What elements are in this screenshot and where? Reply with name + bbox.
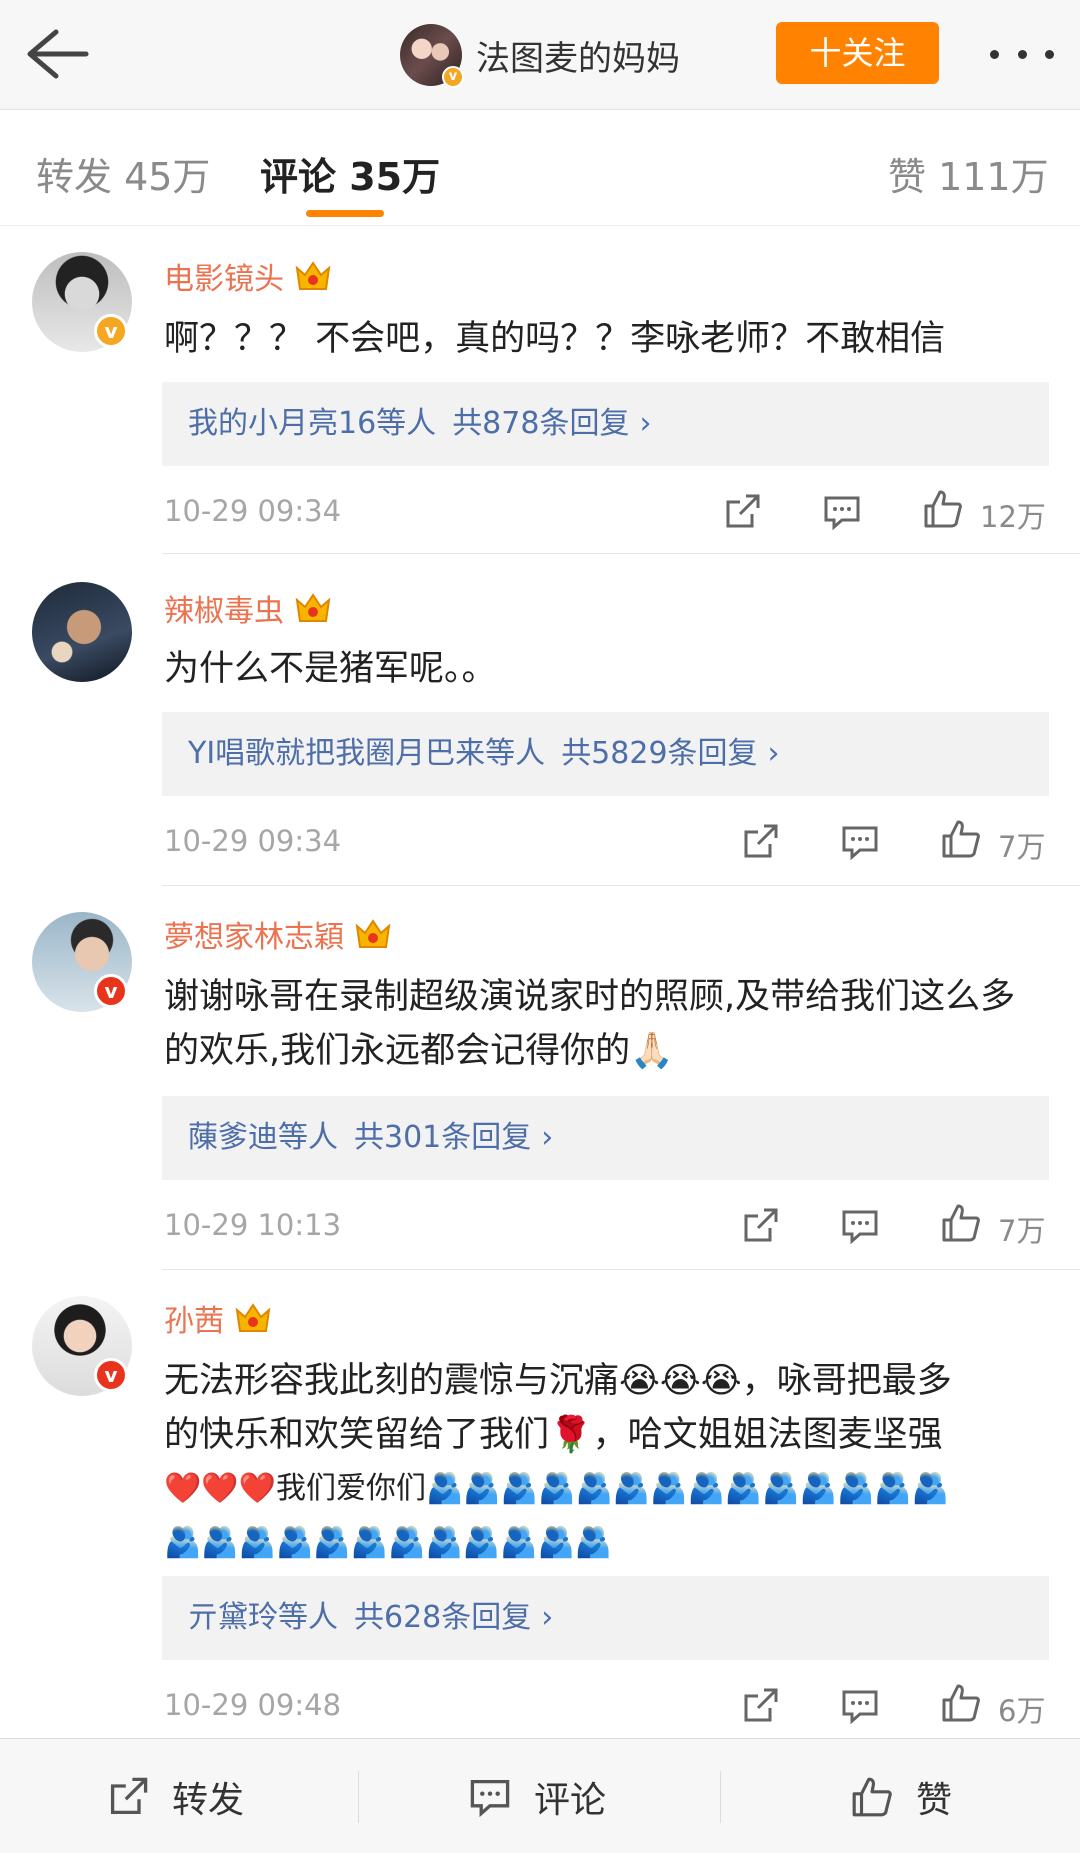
crown-icon — [295, 593, 331, 622]
reply-summary[interactable]: 亓黛玲等人 共628条回复 › — [162, 1576, 1049, 1660]
comment-time: 10-29 09:48 — [164, 1688, 342, 1722]
crown-icon — [295, 261, 331, 290]
verified-icon: v — [94, 1358, 128, 1392]
share-icon[interactable] — [740, 1686, 780, 1726]
follow-button[interactable]: 十关注 — [776, 22, 939, 84]
like-icon[interactable] — [940, 818, 982, 860]
comment-item: v 电影镜头 啊？？？ 不会吧，真的吗？？李咏老师？不敢相信 我的小月亮16等人… — [0, 226, 1080, 554]
like-count: 12万 — [980, 500, 1046, 534]
commenter-name[interactable]: 电影镜头 — [164, 254, 332, 298]
comment-text: 无法形容我此刻的震惊与沉痛😭😭😭，咏哥把最多 的快乐和欢笑留给了我们🌹，哈文姐姐… — [164, 1361, 952, 1560]
like-icon[interactable] — [922, 488, 964, 530]
commenter-avatar[interactable] — [32, 582, 132, 682]
comment-icon[interactable] — [822, 494, 862, 530]
comment-time: 10-29 09:34 — [164, 824, 342, 858]
top-bar: v 法图麦的妈妈 十关注 — [0, 0, 1080, 110]
commenter-avatar[interactable]: v — [32, 1296, 132, 1396]
bottom-action-bar: 转发 评论 赞 — [0, 1738, 1080, 1853]
comment-icon — [470, 1779, 510, 1817]
chevron-right-icon: › — [541, 1120, 554, 1155]
commenter-avatar[interactable]: v — [32, 912, 132, 1012]
commenter-avatar[interactable]: v — [32, 252, 132, 352]
author-name[interactable]: 法图麦的妈妈 — [476, 31, 680, 80]
author-header[interactable]: v 法图麦的妈妈 — [400, 20, 680, 90]
commenter-name[interactable]: 夢想家林志穎 — [164, 912, 392, 956]
separator — [358, 1771, 359, 1823]
comment-item: v 孙茜 无法形容我此刻的震惊与沉痛😭😭😭，咏哥把最多 的快乐和欢笑留给了我们🌹… — [0, 1270, 1080, 1738]
back-arrow-icon[interactable] — [22, 22, 92, 86]
author-avatar[interactable]: v — [400, 24, 464, 88]
commenter-name[interactable]: 辣椒毒虫 — [164, 586, 332, 630]
like-icon[interactable] — [940, 1682, 982, 1724]
share-icon[interactable] — [740, 822, 780, 862]
comment-icon[interactable] — [840, 1688, 880, 1724]
share-icon[interactable] — [740, 1206, 780, 1246]
chevron-right-icon: › — [639, 406, 652, 441]
comment-time: 10-29 10:13 — [164, 1208, 342, 1242]
like-icon — [852, 1777, 892, 1816]
repost-button[interactable]: 转发 — [106, 1739, 244, 1853]
reply-summary[interactable]: 蔯爹迪等人 共301条回复 › — [162, 1096, 1049, 1180]
comment-icon[interactable] — [840, 824, 880, 860]
like-count: 7万 — [998, 830, 1046, 864]
comment-item: 辣椒毒虫 为什么不是猪军呢。。 YI唱歌就把我圈月巴来等人 共5829条回复 › 1… — [0, 556, 1080, 886]
crown-icon — [355, 919, 391, 948]
more-options-icon[interactable] — [990, 36, 1054, 72]
like-count: 6万 — [998, 1694, 1046, 1728]
reply-summary[interactable]: YI唱歌就把我圈月巴来等人 共5829条回复 › — [162, 712, 1049, 796]
like-icon[interactable] — [940, 1202, 982, 1244]
share-icon[interactable] — [722, 492, 762, 532]
comment-button[interactable]: 评论 — [468, 1739, 606, 1853]
comment-item: v 夢想家林志穎 谢谢咏哥在录制超级演说家时的照顾,及带给我们这么多的欢乐,我们… — [0, 886, 1080, 1270]
reply-summary[interactable]: 我的小月亮16等人 共878条回复 › — [162, 382, 1049, 466]
verified-icon: v — [442, 66, 464, 88]
tab-likes[interactable]: 赞 111万 — [888, 146, 1049, 201]
commenter-name[interactable]: 孙茜 — [164, 1296, 272, 1340]
crown-icon — [235, 1303, 271, 1332]
active-tab-indicator — [306, 210, 384, 217]
like-button[interactable]: 赞 — [850, 1739, 952, 1853]
like-count: 7万 — [998, 1214, 1046, 1248]
tab-repost[interactable]: 转发 45万 — [36, 146, 210, 201]
comment-text: 为什么不是猪军呢。。 — [164, 649, 497, 689]
divider — [162, 553, 1080, 554]
comment-text: 谢谢咏哥在录制超级演说家时的照顾,及带给我们这么多的欢乐,我们永远都会记得你的🙏… — [164, 977, 1016, 1071]
comment-text: 啊？？？ 不会吧，真的吗？？李咏老师？不敢相信 — [164, 319, 946, 359]
chevron-right-icon: › — [541, 1600, 554, 1635]
chevron-right-icon: › — [767, 736, 780, 771]
tab-bar: 转发 45万 评论 35万 赞 111万 — [0, 110, 1080, 226]
tab-comments[interactable]: 评论 35万 — [260, 146, 440, 201]
separator — [720, 1771, 721, 1823]
verified-icon: v — [94, 974, 128, 1008]
share-icon — [110, 1777, 148, 1814]
comment-icon[interactable] — [840, 1208, 880, 1244]
verified-icon: v — [94, 314, 128, 348]
comment-time: 10-29 09:34 — [164, 494, 342, 528]
